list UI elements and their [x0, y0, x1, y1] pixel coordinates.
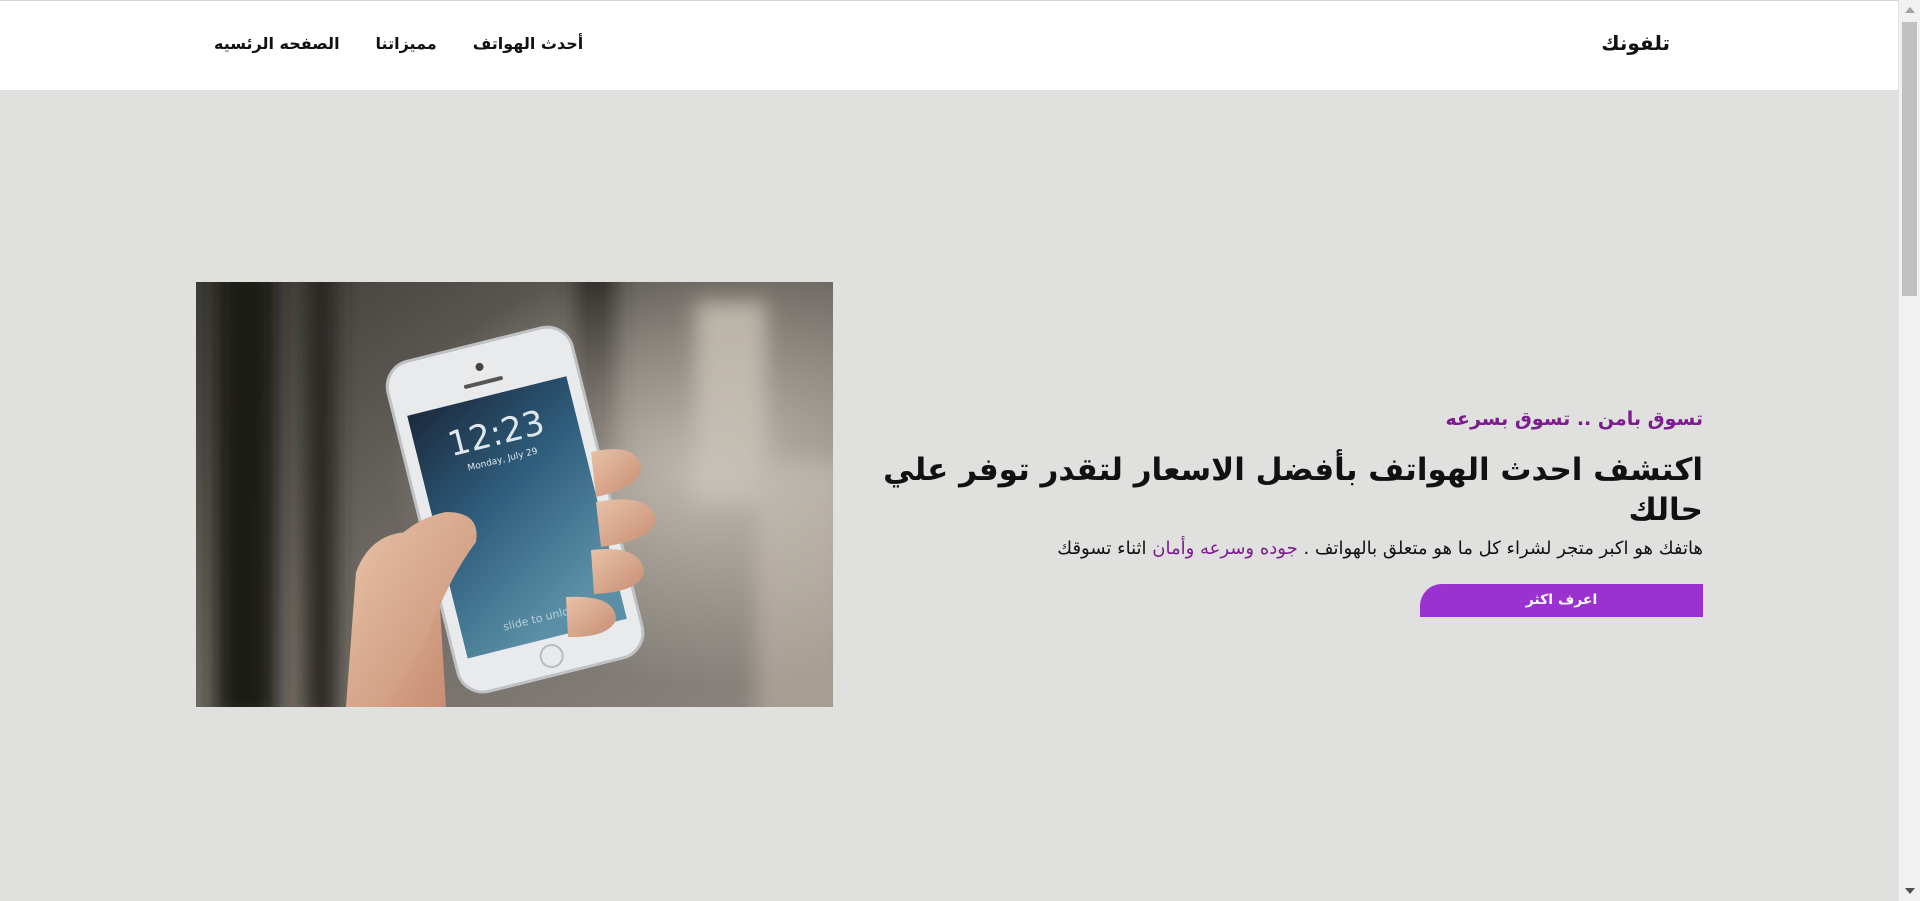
- scroll-down-icon[interactable]: [1905, 888, 1915, 894]
- nav-link-home[interactable]: الصفحه الرئسيه: [214, 34, 340, 53]
- scroll-up-icon[interactable]: [1905, 7, 1915, 13]
- hero-phone-photo: 12:23 Monday, July 29 slide to unlock: [196, 282, 833, 707]
- nav-link-features[interactable]: مميزاتنا: [376, 34, 437, 53]
- hero-description: هاتفك هو اكبر متجر لشراء كل ما هو متعلق …: [803, 536, 1703, 562]
- description-highlight: جوده وسرعه وأمان: [1152, 538, 1298, 559]
- scrollbar-thumb[interactable]: [1902, 22, 1917, 296]
- learn-more-button[interactable]: اعرف اكثر: [1420, 584, 1703, 617]
- brand-logo[interactable]: تلفونك: [1601, 31, 1670, 55]
- nav-link-latest-phones[interactable]: أحدث الهواتف: [473, 34, 584, 53]
- hero-text: تسوق بامن .. تسوق بسرعه اكتشف احدث الهوا…: [803, 400, 1703, 617]
- navbar: تلفونك أحدث الهواتف مميزاتنا الصفحه الرئ…: [0, 0, 1898, 90]
- nav-links: أحدث الهواتف مميزاتنا الصفحه الرئسيه: [214, 34, 583, 53]
- hero-headline: اكتشف احدث الهواتف بأفضل الاسعار لتقدر ت…: [883, 452, 1703, 528]
- description-start: هاتفك هو اكبر متجر لشراء كل ما هو متعلق …: [1297, 538, 1703, 559]
- page: تلفونك أحدث الهواتف مميزاتنا الصفحه الرئ…: [0, 0, 1920, 901]
- hero-tagline: تسوق بامن .. تسوق بسرعه: [1445, 408, 1703, 430]
- description-end: اثناء تسوقك: [1057, 538, 1153, 559]
- vertical-scrollbar[interactable]: [1898, 0, 1920, 901]
